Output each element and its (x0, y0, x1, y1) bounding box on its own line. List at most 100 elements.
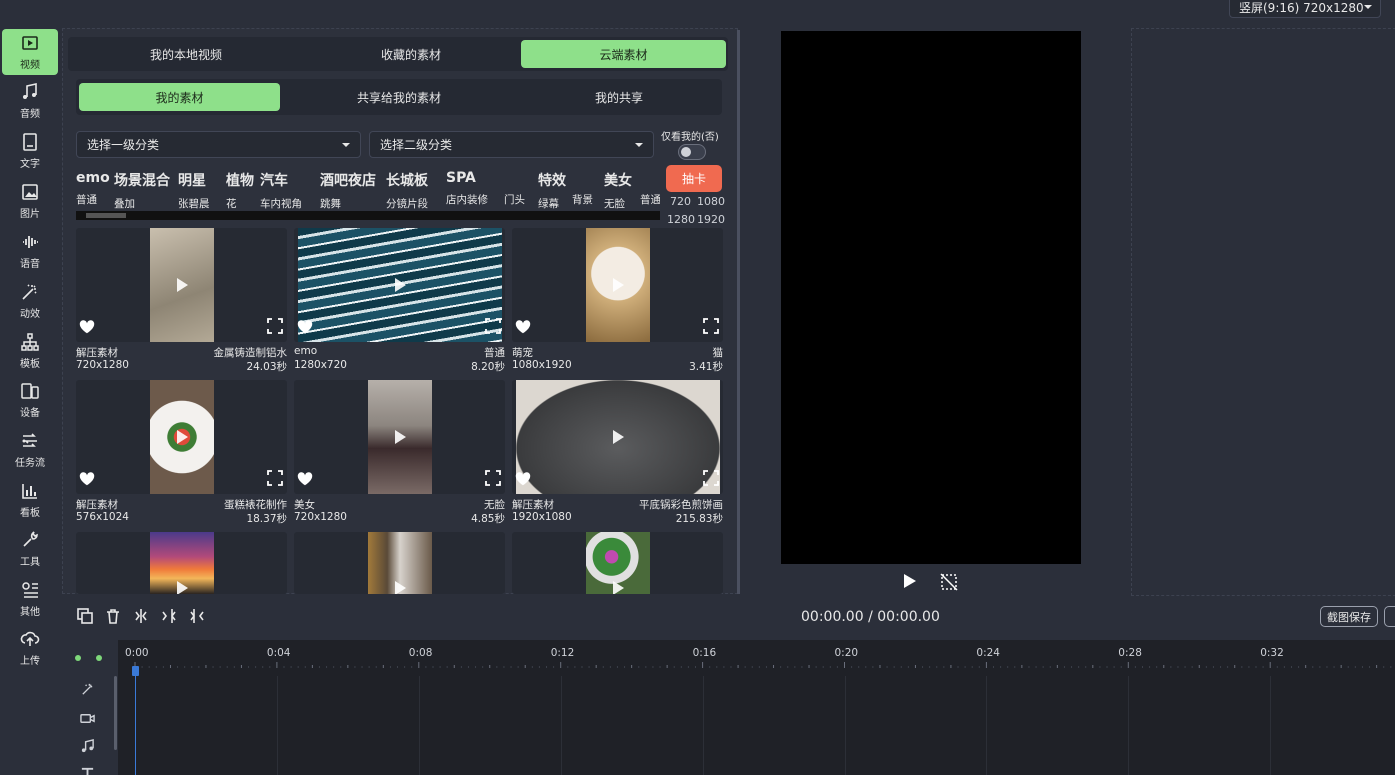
tab-my-shares[interactable]: 我的共享 (526, 83, 712, 111)
nav-item-1[interactable]: 音频 (2, 78, 58, 124)
nav-item-8[interactable]: 任务流 (2, 427, 58, 473)
category-tag[interactable]: 普通 (640, 170, 660, 207)
media-card[interactable] (76, 532, 287, 594)
play-icon[interactable] (394, 278, 406, 292)
text-track-icon[interactable] (80, 766, 95, 775)
copy-icon[interactable] (77, 608, 93, 624)
category-tag[interactable]: 门头 (504, 170, 525, 207)
nav-item-2[interactable]: 文字 (2, 128, 58, 174)
media-thumbnail[interactable] (512, 532, 723, 594)
category-tag[interactable]: 长城板 分镜片段 (386, 170, 428, 211)
play-icon[interactable] (176, 430, 188, 444)
play-icon[interactable] (394, 581, 406, 594)
split-icon[interactable] (133, 608, 149, 624)
category-tag[interactable]: 场景混合 叠加 (114, 170, 170, 211)
nav-item-0[interactable]: 视频 (2, 29, 58, 75)
media-card[interactable]: 萌宠 猫 1080x1920 3.41秒 (512, 228, 723, 375)
nav-item-9[interactable]: 看板 (2, 477, 58, 523)
favorite-heart-icon[interactable] (296, 318, 314, 336)
category-tag[interactable]: 酒吧夜店 跳舞 (320, 170, 376, 211)
audio-track-icon[interactable] (80, 739, 95, 754)
resolution-1280[interactable]: 1280 (667, 213, 695, 226)
media-thumbnail[interactable] (294, 380, 505, 494)
category-tag[interactable]: 特效 绿幕 (538, 170, 566, 211)
nav-item-7[interactable]: 设备 (2, 377, 58, 423)
nav-item-4[interactable]: 语音 (2, 228, 58, 274)
tag-strip-scrollbar[interactable] (76, 211, 660, 220)
nav-item-10[interactable]: 工具 (2, 526, 58, 572)
screenshot-save-button[interactable]: 截图保存 (1320, 606, 1378, 627)
play-icon[interactable] (176, 278, 188, 292)
favorite-heart-icon[interactable] (296, 470, 314, 488)
nav-item-11[interactable]: 其他 (2, 576, 58, 622)
resolution-1920[interactable]: 1920 (697, 213, 725, 226)
media-card[interactable]: 解压素材 金属铸造制铝水 720x1280 24.03秒 (76, 228, 287, 375)
tab-cloud-material[interactable]: 云端素材 (521, 40, 726, 68)
category-tag[interactable]: 明星 张碧晨 (178, 170, 210, 211)
tab-my-material[interactable]: 我的素材 (79, 83, 280, 111)
media-card[interactable]: emo 普通 1280x720 8.20秒 (294, 228, 505, 375)
fullscreen-icon[interactable] (485, 318, 501, 334)
media-card[interactable]: 解压素材 蛋糕裱花制作 576x1024 18.37秒 (76, 380, 287, 527)
preview-play-icon[interactable] (904, 574, 916, 588)
nav-item-6[interactable]: 模板 (2, 328, 58, 374)
resolution-720[interactable]: 720 (670, 195, 691, 208)
favorite-heart-icon[interactable] (78, 470, 96, 488)
media-thumbnail[interactable] (512, 228, 723, 342)
media-thumbnail[interactable] (294, 532, 505, 594)
category-level1-select[interactable]: 选择一级分类 (76, 131, 361, 158)
media-card[interactable]: 美女 无脸 720x1280 4.85秒 (294, 380, 505, 527)
tab-favorites[interactable]: 收藏的素材 (321, 40, 501, 68)
category-tag[interactable]: SPA 店内装修 (446, 170, 488, 207)
nav-item-3[interactable]: 图片 (2, 178, 58, 224)
extra-button[interactable] (1384, 606, 1395, 627)
tab-shared-to-me[interactable]: 共享给我的素材 (306, 83, 492, 111)
fullscreen-icon[interactable] (485, 470, 501, 486)
resolution-1080[interactable]: 1080 (697, 195, 725, 208)
media-thumbnail[interactable] (76, 380, 287, 494)
fullscreen-icon[interactable] (703, 470, 719, 486)
timeline[interactable]: 0:00 0:04 0:08 0:12 0:16 0:20 0:24 0:28 0:32 (118, 640, 1395, 775)
delete-icon[interactable] (105, 608, 121, 624)
playhead[interactable] (135, 668, 136, 775)
nav-item-5[interactable]: 动效 (2, 278, 58, 324)
scrollbar-thumb[interactable] (86, 213, 126, 218)
play-icon[interactable] (612, 581, 624, 594)
play-icon[interactable] (612, 278, 624, 292)
media-card[interactable] (294, 532, 505, 594)
play-icon[interactable] (612, 430, 624, 444)
track-scrollbar[interactable] (114, 676, 117, 750)
category-level2-select[interactable]: 选择二级分类 (369, 131, 654, 158)
fullscreen-icon[interactable] (267, 318, 283, 334)
fullscreen-icon[interactable] (267, 470, 283, 486)
favorite-heart-icon[interactable] (514, 470, 532, 488)
split-left-icon[interactable] (161, 608, 177, 624)
favorite-heart-icon[interactable] (514, 318, 532, 336)
fullscreen-icon[interactable] (703, 318, 719, 334)
media-thumbnail[interactable] (294, 228, 505, 342)
favorite-heart-icon[interactable] (78, 318, 96, 336)
media-panel-scrollbar[interactable] (737, 30, 740, 594)
media-thumbnail[interactable] (512, 380, 723, 494)
tab-local-videos[interactable]: 我的本地视频 (106, 40, 266, 68)
play-icon[interactable] (176, 581, 188, 594)
category-tag[interactable]: 植物花 (226, 170, 254, 211)
media-thumbnail[interactable] (76, 532, 287, 594)
draw-card-button[interactable]: 抽卡 (666, 165, 722, 192)
category-tag[interactable]: 汽车 车内视角 (260, 170, 302, 211)
media-thumbnail[interactable] (76, 228, 287, 342)
only-mine-toggle[interactable] (678, 144, 706, 160)
play-icon[interactable] (394, 430, 406, 444)
category-tag[interactable]: 背景 (572, 170, 593, 207)
timeline-ruler[interactable] (118, 640, 1395, 676)
aspect-ratio-select[interactable]: 竖屏(9:16) 720x1280 (1229, 0, 1381, 18)
effect-track-icon[interactable] (80, 682, 95, 697)
nav-item-12[interactable]: 上传 (2, 625, 58, 671)
split-right-icon[interactable] (189, 608, 205, 624)
category-tag[interactable]: emo 普通 (76, 170, 110, 207)
media-card[interactable]: 解压素材 平底锅彩色煎饼画 1920x1080 215.83秒 (512, 380, 723, 527)
category-tag[interactable]: 美女 无脸 (604, 170, 632, 211)
video-track-icon[interactable] (80, 711, 95, 726)
playhead-handle[interactable] (132, 666, 139, 676)
crop-icon[interactable] (940, 573, 958, 591)
